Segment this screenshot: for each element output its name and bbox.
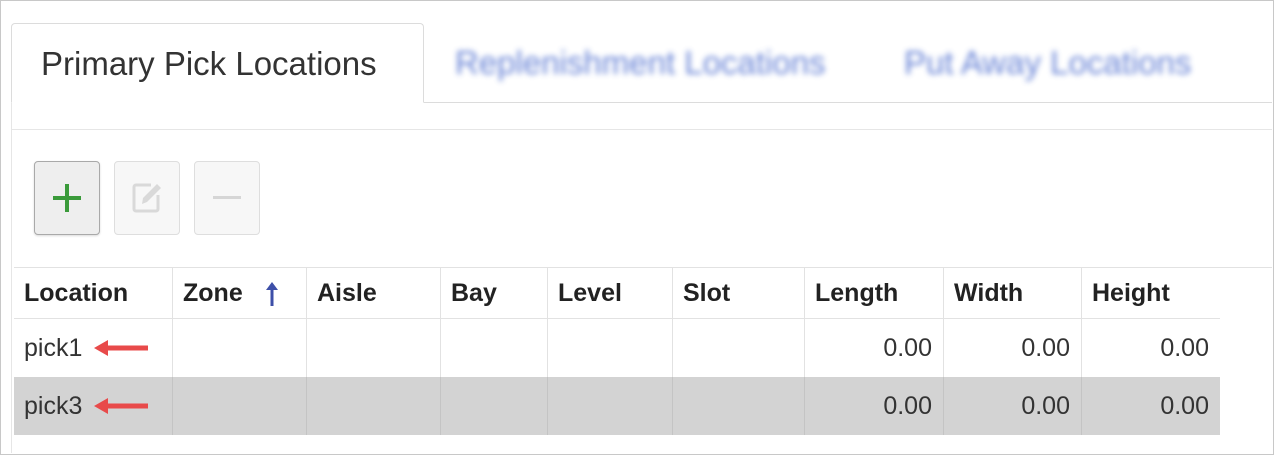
column-header-bay[interactable]: Bay xyxy=(441,267,548,318)
aisle-cell xyxy=(307,319,441,377)
height-cell: 0.00 xyxy=(1160,391,1209,420)
table-row-selected[interactable]: pick3 0.00 0.00 0.00 xyxy=(14,377,1220,435)
column-header-slot[interactable]: Slot xyxy=(673,267,805,318)
zone-cell xyxy=(173,319,307,377)
grid-header-row: Location Zone Aisle Bay Level Slot Lengt… xyxy=(14,267,1220,318)
remove-location-button[interactable] xyxy=(194,161,260,235)
zone-cell xyxy=(173,377,307,435)
panel-border xyxy=(11,103,12,453)
edit-icon xyxy=(132,183,161,213)
column-header-width[interactable]: Width xyxy=(944,267,1082,318)
column-header-length[interactable]: Length xyxy=(805,267,944,318)
tab-replenishment-locations[interactable]: Replenishment Locations xyxy=(455,23,826,103)
sort-ascending-icon xyxy=(265,281,279,307)
table-row[interactable]: pick1 0.00 0.00 0.00 xyxy=(14,318,1220,377)
slot-cell xyxy=(673,319,805,377)
tab-primary-pick-locations[interactable]: Primary Pick Locations xyxy=(11,23,424,103)
red-left-arrow-icon xyxy=(94,396,150,416)
column-header-aisle[interactable]: Aisle xyxy=(307,267,441,318)
location-tabs: Primary Pick Locations Replenishment Loc… xyxy=(11,23,1272,103)
add-location-button[interactable] xyxy=(34,161,100,235)
column-header-height[interactable]: Height xyxy=(1082,267,1220,318)
width-cell: 0.00 xyxy=(944,377,1082,435)
edit-location-button[interactable] xyxy=(114,161,180,235)
location-cell: pick1 xyxy=(14,319,173,377)
minus-icon xyxy=(213,196,241,199)
panel-divider xyxy=(11,129,1272,130)
tab-put-away-locations[interactable]: Put Away Locations xyxy=(904,23,1191,103)
height-cell: 0.00 xyxy=(1160,333,1209,362)
length-cell: 0.00 xyxy=(805,319,944,377)
column-header-zone[interactable]: Zone xyxy=(173,267,307,318)
level-cell xyxy=(548,319,673,377)
column-header-level[interactable]: Level xyxy=(548,267,673,318)
bay-cell xyxy=(441,319,548,377)
level-cell xyxy=(548,377,673,435)
red-left-arrow-icon xyxy=(94,338,150,358)
aisle-cell xyxy=(307,377,441,435)
column-header-location[interactable]: Location xyxy=(14,267,173,318)
width-cell: 0.00 xyxy=(944,319,1082,377)
slot-cell xyxy=(673,377,805,435)
length-cell: 0.00 xyxy=(805,377,944,435)
bay-cell xyxy=(441,377,548,435)
location-cell: pick3 xyxy=(14,377,173,435)
plus-icon xyxy=(53,184,81,212)
